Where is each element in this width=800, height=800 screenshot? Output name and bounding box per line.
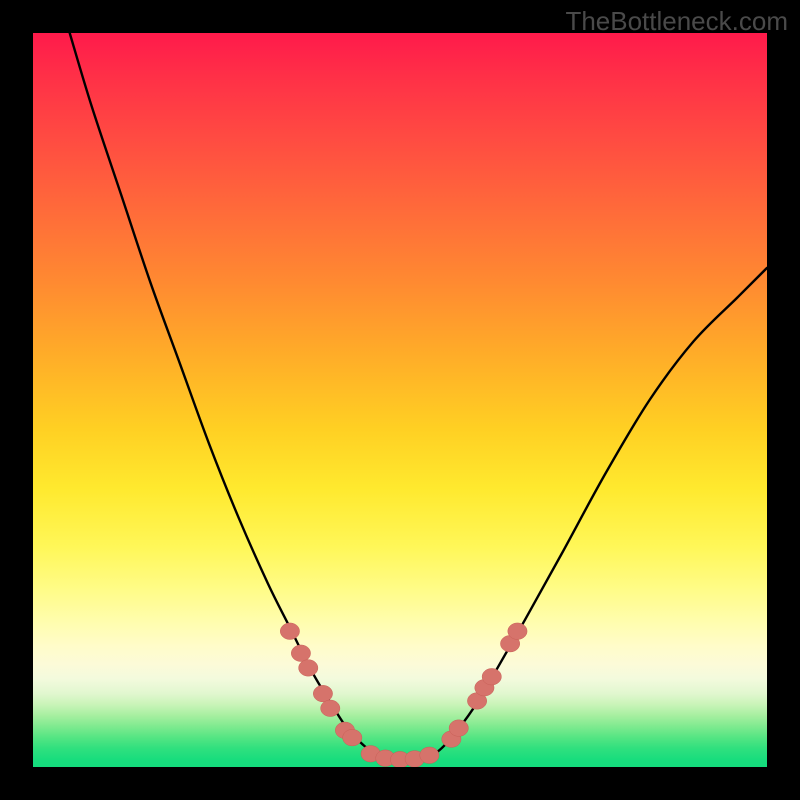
bottleneck-curve — [70, 33, 767, 760]
curve-marker — [321, 700, 340, 717]
curve-layer — [33, 33, 767, 767]
chart-frame: TheBottleneck.com — [0, 0, 800, 800]
curve-marker — [313, 685, 332, 702]
curve-marker — [449, 720, 468, 737]
plot-area — [33, 33, 767, 767]
curve-marker — [420, 747, 439, 764]
curve-marker — [508, 623, 527, 640]
curve-marker — [343, 729, 362, 746]
curve-marker — [482, 668, 501, 685]
curve-marker — [280, 623, 299, 640]
watermark-text: TheBottleneck.com — [565, 6, 788, 37]
curve-markers — [280, 623, 527, 767]
curve-marker — [299, 660, 318, 677]
curve-marker — [291, 645, 310, 662]
